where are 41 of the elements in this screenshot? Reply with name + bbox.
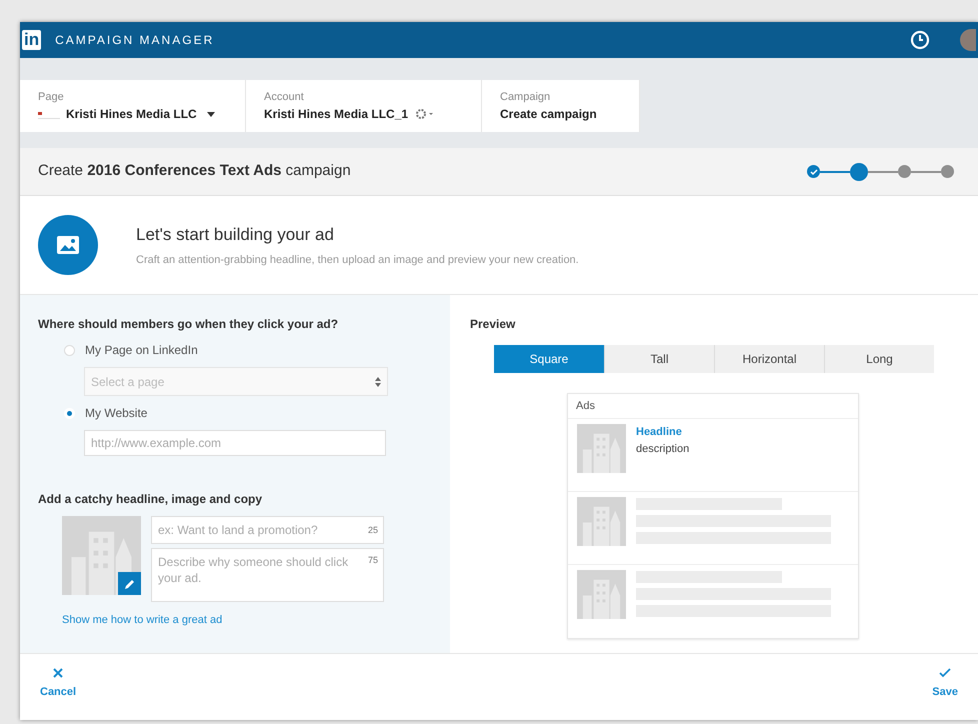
url-field[interactable]: http://www.example.com: [84, 430, 386, 456]
ad-headline: Headline: [636, 425, 683, 440]
sort-icon: [375, 376, 381, 386]
gear-icon[interactable]: [414, 107, 434, 122]
edit-button[interactable]: [118, 572, 141, 595]
breadcrumb-label: Campaign: [500, 90, 552, 105]
check-icon: [939, 668, 952, 678]
format-tab[interactable]: Tall: [604, 345, 714, 373]
radio-option[interactable]: My Page on LinkedIn: [64, 341, 388, 359]
destination-question: Where should members go when they click your ad?: [38, 316, 340, 333]
clock-icon[interactable]: [910, 30, 930, 50]
format-tab[interactable]: Horizontal: [714, 345, 824, 373]
intro-heading: Let's start building your ad: [136, 224, 335, 246]
breadcrumb[interactable]: Page Kristi Hines Media LLC: [20, 80, 246, 132]
check-icon: [810, 168, 818, 176]
cancel-button[interactable]: Cancel: [40, 668, 76, 700]
character-count: 25: [368, 524, 378, 537]
ad-description: description: [636, 442, 690, 456]
preview-heading: Preview: [470, 316, 516, 333]
breadcrumb-value: Kristi Hines Media LLC: [66, 106, 197, 124]
breadcrumb-value: Kristi Hines Media LLC_1: [264, 106, 408, 124]
breadcrumb[interactable]: Campaign Create campaign: [482, 80, 640, 132]
breadcrumb-label: Page: [38, 90, 65, 105]
page-logo-icon: [38, 109, 60, 120]
close-icon: [53, 668, 64, 678]
format-tab[interactable]: Long: [824, 345, 934, 373]
caret-icon[interactable]: [206, 112, 215, 117]
campaign-title: Create 2016 Conferences Text Ads campaign: [38, 161, 351, 182]
character-count: 75: [368, 554, 378, 567]
radio-option[interactable]: My Website: [64, 404, 388, 422]
breadcrumb-value: Create campaign: [500, 106, 597, 124]
breadcrumb[interactable]: Account Kristi Hines Media LLC_1: [246, 80, 482, 132]
pencil-icon: [124, 578, 136, 590]
ads-title: Ads: [576, 398, 595, 414]
app-title: CAMPAIGN MANAGER: [55, 32, 214, 49]
breadcrumb-label: Account: [264, 90, 305, 105]
intro-subtext: Craft an attention-grabbing headline, then upload an image and preview your new creation.: [136, 252, 579, 268]
format-tab[interactable]: Square: [494, 345, 604, 373]
logo: in: [22, 30, 42, 50]
save-button[interactable]: Save: [932, 668, 958, 700]
creative-heading: Add a catchy headline, image and copy: [38, 491, 264, 508]
